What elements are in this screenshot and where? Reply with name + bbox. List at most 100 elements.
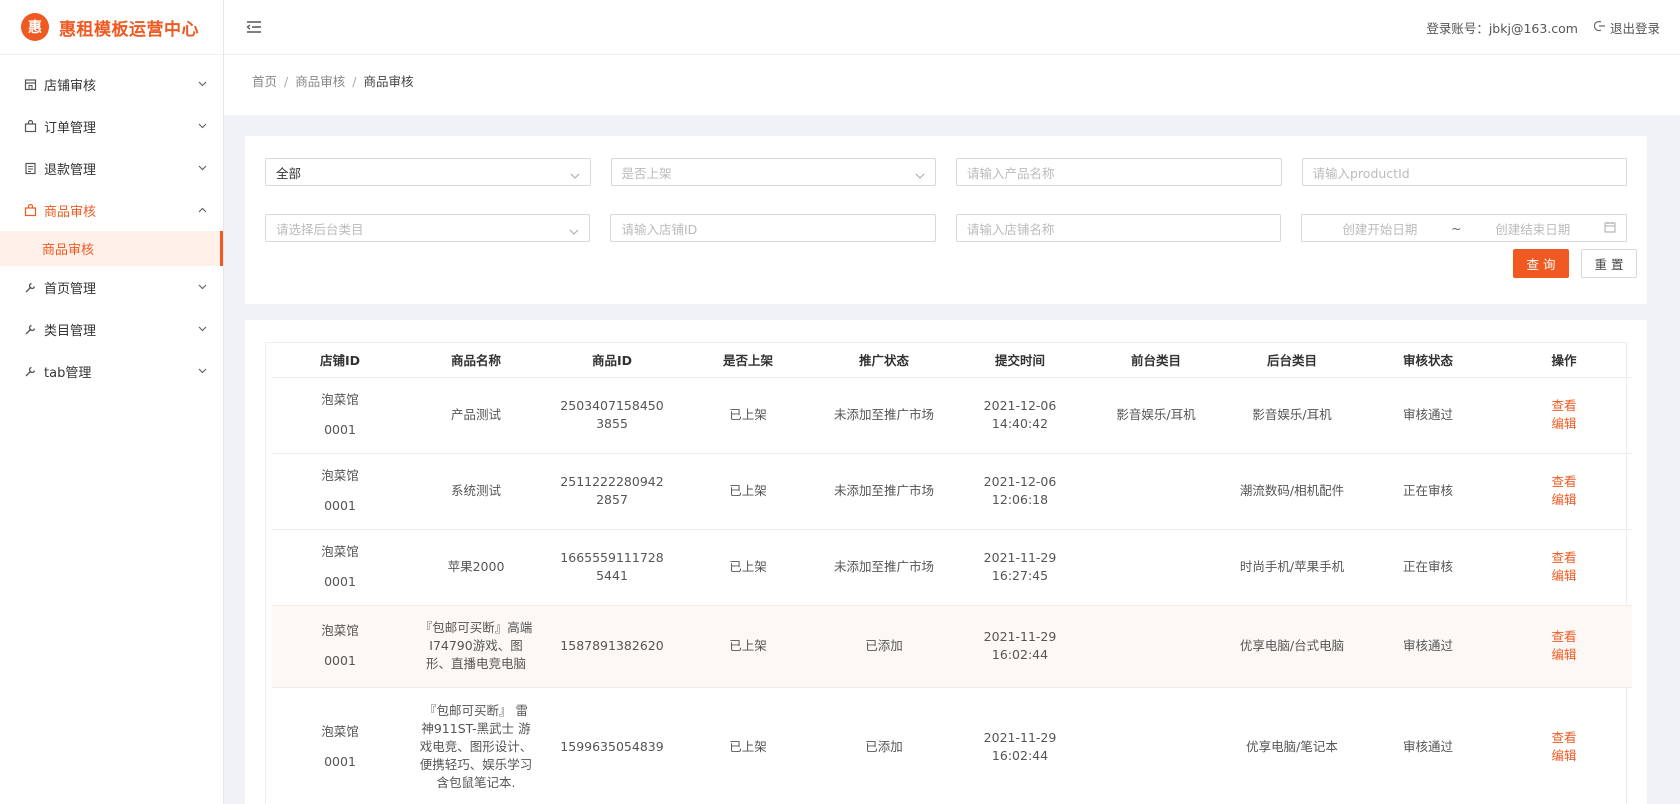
product-name: 系统测试 (408, 453, 544, 530)
sidebar: 惠 惠租模板运营中心 店铺审核 订单管理 退款管理 商品审核 商品审核 首页管理 (0, 0, 224, 804)
shelf-select[interactable]: 是否上架 (610, 158, 936, 186)
product-id-placeholder: 请输入productId (1312, 165, 1410, 181)
breadcrumb-product-audit[interactable]: 商品审核 (295, 74, 345, 89)
view-link[interactable]: 查看 (1500, 729, 1628, 747)
shelf-status: 已上架 (680, 687, 816, 804)
search-button[interactable]: 查 询 (1513, 249, 1569, 278)
table-row: 泡菜馆 0001 产品测试 25034071584503855 已上架 未添加至推… (272, 377, 1632, 454)
submit-date: 2021-11-29 (983, 730, 1057, 745)
table-panel: 店铺ID 商品名称 商品ID 是否上架 推广状态 提交时间 前台类目 后台类目 … (245, 320, 1647, 804)
table-row: 泡菜馆 0001 苹果2000 16655591117285441 已上架 未添加… (272, 529, 1632, 606)
table-row: 泡菜馆 0001 『包邮可买断』 雷神911ST-黑武士 游戏电竞、图形设计、便携… (272, 687, 1632, 804)
col-front-category: 前台类目 (1088, 343, 1224, 378)
app-title: 惠租模板运营中心 (59, 19, 199, 40)
sidebar-item-label: 首页管理 (44, 281, 97, 297)
audit-status: 正在审核 (1360, 453, 1496, 530)
submit-time: 12:06:18 (991, 492, 1049, 507)
shelf-select-placeholder: 是否上架 (621, 165, 672, 181)
sidebar-item-orders[interactable]: 订单管理 (0, 105, 223, 147)
shop-id-placeholder: 请输入店铺ID (621, 221, 698, 237)
product-id: 25034071584503855 (544, 377, 680, 454)
shop-name-placeholder: 请输入店铺名称 (966, 221, 1055, 237)
edit-link[interactable]: 编辑 (1500, 646, 1628, 664)
breadcrumb-current: 商品审核 (363, 74, 414, 89)
submit-date: 2021-12-06 (983, 398, 1057, 413)
front-category (1088, 453, 1224, 530)
status-select[interactable]: 全部 (265, 158, 591, 186)
submit-date: 2021-12-06 (983, 474, 1057, 489)
product-id: 1599635054839 (544, 687, 680, 804)
shop-name-input[interactable]: 请输入店铺名称 (955, 214, 1282, 242)
col-promo: 推广状态 (816, 343, 952, 378)
view-link[interactable]: 查看 (1500, 397, 1628, 415)
end-date-placeholder: 创建结束日期 (1495, 221, 1571, 237)
date-range-picker[interactable]: 创建开始日期 ~ 创建结束日期 (1301, 214, 1627, 242)
shop-id: 0001 (324, 574, 356, 589)
bag-icon (22, 202, 38, 218)
breadcrumb-home[interactable]: 首页 (252, 74, 277, 89)
category-select[interactable]: 请选择后台类目 (265, 214, 591, 242)
chevron-down-icon (197, 79, 207, 89)
logout-icon (1593, 20, 1606, 35)
audit-status: 审核通过 (1360, 687, 1496, 804)
chevron-down-icon (197, 366, 207, 376)
product-table: 店铺ID 商品名称 商品ID 是否上架 推广状态 提交时间 前台类目 后台类目 … (272, 343, 1632, 804)
promo-status: 未添加至推广市场 (816, 529, 952, 606)
col-product-id: 商品ID (544, 343, 680, 378)
table-row: 泡菜馆 0001 系统测试 25112222809422857 已上架 未添加至推… (272, 453, 1632, 530)
edit-link[interactable]: 编辑 (1500, 415, 1628, 433)
product-name-input[interactable]: 请输入产品名称 (956, 158, 1282, 186)
sidebar-item-categories[interactable]: 类目管理 (0, 308, 223, 350)
filter-panel: 全部 是否上架 请输入产品名称 请输入productId 请选择后台类目 请输入… (245, 136, 1647, 304)
shelf-status: 已上架 (680, 529, 816, 606)
store-icon (22, 76, 38, 92)
breadcrumb: 首页 / 商品审核 / 商品审核 (224, 55, 1680, 115)
sidebar-item-label: tab管理 (44, 365, 92, 381)
logo[interactable]: 惠 惠租模板运营中心 (0, 0, 223, 55)
category-select-placeholder: 请选择后台类目 (276, 221, 364, 237)
promo-status: 未添加至推广市场 (816, 377, 952, 454)
logout-label: 退出登录 (1609, 20, 1660, 36)
sidebar-item-label: 商品审核 (44, 204, 97, 220)
front-category (1088, 687, 1224, 804)
product-table-container: 店铺ID 商品名称 商品ID 是否上架 推广状态 提交时间 前台类目 后台类目 … (265, 342, 1632, 804)
shelf-status: 已上架 (680, 605, 816, 688)
status-select-value: 全部 (276, 165, 302, 181)
logout-button[interactable]: 退出登录 (1593, 18, 1660, 37)
edit-link[interactable]: 编辑 (1500, 491, 1628, 509)
back-category: 优享电脑/笔记本 (1224, 687, 1360, 804)
view-link[interactable]: 查看 (1500, 473, 1628, 491)
col-back-category: 后台类目 (1224, 343, 1360, 378)
sidebar-item-shop-audit[interactable]: 店铺审核 (0, 63, 223, 105)
product-name: 产品测试 (408, 377, 544, 454)
product-id: 16655591117285441 (544, 529, 680, 606)
audit-status: 审核通过 (1360, 605, 1496, 688)
shop-id-input[interactable]: 请输入店铺ID (610, 214, 936, 242)
reset-button[interactable]: 重 置 (1581, 249, 1637, 278)
chevron-down-icon (197, 324, 207, 334)
filter-actions: 查 询 重 置 (1513, 249, 1637, 278)
menu-fold-icon[interactable] (244, 17, 264, 37)
range-separator: ~ (1451, 220, 1462, 236)
sidebar-item-refunds[interactable]: 退款管理 (0, 147, 223, 189)
view-link[interactable]: 查看 (1500, 549, 1628, 567)
edit-link[interactable]: 编辑 (1500, 747, 1628, 765)
product-id-input[interactable]: 请输入productId (1301, 158, 1627, 186)
start-date-placeholder: 创建开始日期 (1342, 221, 1418, 237)
promo-status: 已添加 (816, 605, 952, 688)
wrench-icon (22, 279, 38, 295)
shop-id: 0001 (324, 653, 356, 668)
edit-link[interactable]: 编辑 (1500, 567, 1628, 585)
front-category (1088, 529, 1224, 606)
account-label: 登录账号：jbkj@163.com (1426, 20, 1578, 36)
sidebar-item-tabs[interactable]: tab管理 (0, 350, 223, 392)
wrench-icon (22, 363, 38, 379)
product-id: 1587891382620 (544, 605, 680, 688)
shop-name: 泡菜馆 (321, 724, 359, 739)
chevron-up-icon (197, 205, 207, 215)
shop-id: 0001 (324, 422, 356, 437)
sidebar-subitem-product-audit[interactable]: 商品审核 (0, 231, 223, 266)
sidebar-item-home[interactable]: 首页管理 (0, 266, 223, 308)
sidebar-item-product-audit[interactable]: 商品审核 (0, 189, 223, 231)
view-link[interactable]: 查看 (1500, 628, 1628, 646)
